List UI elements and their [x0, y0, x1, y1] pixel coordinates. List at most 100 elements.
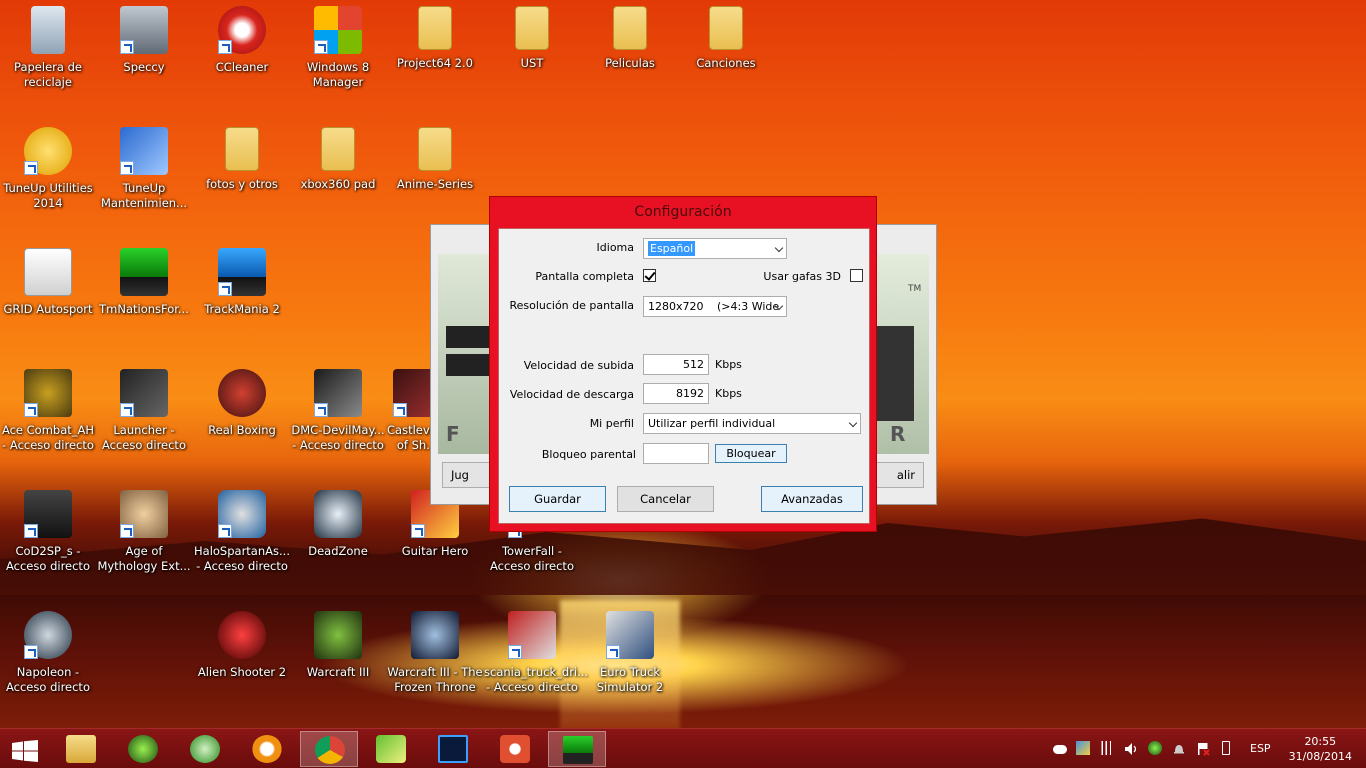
clock-date: 31/08/2014 — [1288, 750, 1352, 763]
desktop-icon-label: TmNationsFor... — [99, 302, 189, 316]
idioma-select[interactable]: Español — [643, 238, 787, 259]
desktop-icon-label: Napoleon - Acceso directo — [6, 665, 90, 694]
windows-logo-icon — [12, 740, 38, 762]
notification-bell-icon[interactable] — [1172, 741, 1186, 755]
speccy-icon — [120, 6, 168, 54]
ccleaner-icon — [218, 6, 266, 54]
dialog-title[interactable]: Configuración — [490, 197, 876, 227]
taskbar-app-power[interactable] — [486, 731, 544, 767]
desktop-icon-recycle-bin[interactable]: Papelera de reciclaje — [0, 6, 96, 90]
desktop-icon-grid-autosport[interactable]: GRID Autosport — [0, 248, 96, 317]
launcher-decor — [876, 326, 914, 421]
desktop-icon-windows8-manager[interactable]: Windows 8 Manager — [290, 6, 386, 90]
desktop-icon-age-of-mythology[interactable]: Age of Mythology Ext... — [96, 490, 192, 574]
desktop-icon-fotos[interactable]: fotos y otros — [194, 127, 290, 192]
desktop-icon-peliculas[interactable]: Peliculas — [582, 6, 678, 71]
power-icon — [500, 735, 530, 763]
launcher-play-button[interactable]: Jug — [442, 462, 492, 488]
desktop-icon-launcher[interactable]: Launcher - Acceso directo — [96, 369, 192, 453]
desktop-icon-trackmania2[interactable]: TrackMania 2 — [194, 248, 290, 317]
clock-time: 20:55 — [1304, 735, 1337, 748]
desktop-icon-label: Age of Mythology Ext... — [97, 544, 191, 573]
desktop-icon-label: Project64 2.0 — [397, 56, 473, 70]
desktop-icon-project64[interactable]: Project64 2.0 — [387, 6, 483, 71]
desktop-icon-ccleaner[interactable]: CCleaner — [194, 6, 290, 75]
desktop-icon-ust[interactable]: UST — [484, 6, 580, 71]
desktop-icon-anime-series[interactable]: Anime-Series — [387, 127, 483, 192]
desktop-icon-tmnations[interactable]: TmNationsFor... — [96, 248, 192, 317]
start-button[interactable] — [0, 731, 50, 767]
desktop-icon-dmc[interactable]: DMC-DevilMay... - Acceso directo — [290, 369, 386, 453]
resolucion-value: 1280x720 — [648, 300, 704, 313]
subida-input[interactable]: 512 — [643, 354, 709, 375]
desktop-icon-label: Canciones — [696, 56, 756, 70]
desktop-icon-deadzone[interactable]: DeadZone — [290, 490, 386, 559]
guardar-button[interactable]: Guardar — [509, 486, 606, 512]
desktop-icon-xbox360pad[interactable]: xbox360 pad — [290, 127, 386, 192]
desktop-icon-canciones[interactable]: Canciones — [678, 6, 774, 71]
descarga-unit: Kbps — [715, 387, 742, 400]
desktop-icon-warcraft3-ft[interactable]: Warcraft III - The Frozen Throne — [387, 611, 483, 695]
grid-autosport-icon — [24, 248, 72, 296]
desktop-icon-real-boxing[interactable]: Real Boxing — [194, 369, 290, 438]
flag-icon[interactable] — [1196, 741, 1210, 756]
desktop-icon-napoleon[interactable]: Napoleon - Acceso directo — [0, 611, 96, 695]
desktop-icon-label: UST — [520, 56, 544, 70]
scania-icon — [508, 611, 556, 659]
desktop-icon-label: TuneUp Utilities 2014 — [3, 181, 93, 210]
desktop-icon-halo[interactable]: HaloSpartanAs... - Acceso directo — [194, 490, 290, 574]
resolucion-select[interactable]: 1280x720 (>4:3 Wide — [643, 296, 787, 317]
cancelar-button[interactable]: Cancelar — [617, 486, 714, 512]
desktop-icon-cod2[interactable]: CoD2SP_s - Acceso directo — [0, 490, 96, 574]
descarga-input[interactable]: 8192 — [643, 383, 709, 404]
gafas-3d-checkbox[interactable] — [850, 269, 863, 282]
battery-icon[interactable] — [1222, 741, 1230, 755]
taskbar-app-media[interactable] — [238, 731, 296, 767]
desktop-icon-label: HaloSpartanAs... - Acceso directo — [194, 544, 290, 573]
perfil-select[interactable]: Utilizar perfil individual — [643, 413, 861, 434]
taskbar-app-xbox[interactable] — [176, 731, 234, 767]
desktop-icon-warcraft3[interactable]: Warcraft III — [290, 611, 386, 680]
cloud-icon[interactable] — [1053, 745, 1067, 754]
windows8-manager-icon — [314, 6, 362, 54]
launcher-exit-button[interactable]: alir — [872, 462, 924, 488]
desktop-icon-speccy[interactable]: Speccy — [96, 6, 192, 75]
signal-bars-icon[interactable] — [1100, 741, 1114, 755]
idioma-value: Español — [648, 241, 696, 256]
desktop-icon-alien-shooter[interactable]: Alien Shooter 2 — [194, 611, 290, 680]
taskbar-photoshop[interactable] — [424, 731, 482, 767]
desktop-icon-euro-truck[interactable]: Euro Truck Simulator 2 — [582, 611, 678, 695]
desktop-icon-label: Ace Combat_AH - Acceso directo — [1, 423, 95, 452]
desktop-icon-scania[interactable]: scania_truck_dri... - Acceso directo — [484, 611, 588, 695]
taskbar-app-green[interactable] — [114, 731, 172, 767]
speaker-icon[interactable] — [1124, 741, 1138, 755]
config-dialog: Configuración Idioma Español Pantalla co… — [489, 196, 877, 532]
pantalla-completa-checkbox[interactable] — [643, 269, 656, 282]
desktop-icon-tuneup-maint[interactable]: TuneUp Mantenimien... — [96, 127, 192, 211]
perfil-label: Mi perfil — [589, 417, 634, 430]
perfil-value: Utilizar perfil individual — [648, 417, 776, 430]
network-app-icon[interactable] — [1076, 741, 1090, 755]
desktop-icon-label: Windows 8 Manager — [306, 60, 370, 89]
taskbar-tmnations[interactable] — [548, 731, 606, 767]
language-indicator[interactable]: ESP — [1250, 742, 1271, 755]
bloqueo-input[interactable] — [643, 443, 709, 464]
taskbar: ESP 20:55 31/08/2014 — [0, 728, 1366, 768]
tmnations-icon — [120, 248, 168, 296]
razer-tray-icon[interactable] — [1148, 741, 1162, 755]
desktop-icon-label: Guitar Hero — [401, 544, 469, 558]
bloquear-button[interactable]: Bloquear — [715, 444, 787, 463]
taskbar-explorer[interactable] — [52, 731, 110, 767]
taskbar-app-tuneup[interactable] — [362, 731, 420, 767]
folder-icon — [321, 127, 355, 171]
desktop-icon-label: Real Boxing — [208, 423, 276, 437]
desktop-icon-label: GRID Autosport — [3, 302, 93, 316]
taskbar-chrome[interactable] — [300, 731, 358, 767]
desktop-icon-label: Anime-Series — [396, 177, 474, 191]
dialog-body: Idioma Español Pantalla completa Usar ga… — [498, 228, 870, 524]
system-clock[interactable]: 20:55 31/08/2014 — [1289, 734, 1352, 764]
desktop-icon-ace-combat[interactable]: Ace Combat_AH - Acceso directo — [0, 369, 96, 453]
avanzadas-button[interactable]: Avanzadas — [761, 486, 863, 512]
desktop-icon-tuneup-utilities[interactable]: TuneUp Utilities 2014 — [0, 127, 96, 211]
chevron-down-icon — [774, 243, 784, 253]
